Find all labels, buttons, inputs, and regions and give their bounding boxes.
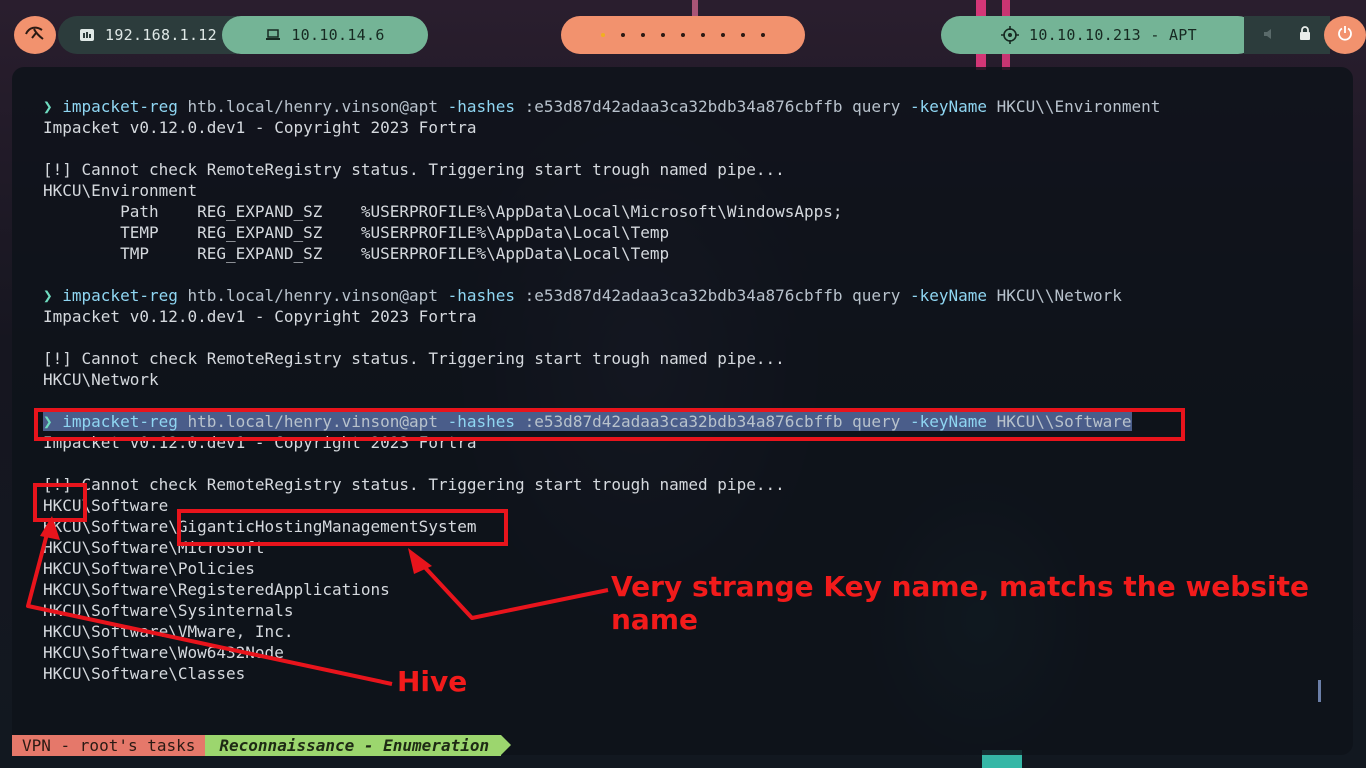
task-label[interactable]: Reconnaissance - Enumeration xyxy=(205,735,502,756)
tmux-status-line: VPN - root's tasks Reconnaissance - Enum… xyxy=(12,735,512,756)
hive-arrowhead xyxy=(40,516,60,540)
hive-arrow-line xyxy=(26,529,393,686)
hive-annotation: Hive xyxy=(397,665,468,698)
session-label[interactable]: VPN - root's tasks xyxy=(12,735,206,756)
status-separator xyxy=(501,735,512,755)
key-annotation: Very strange Key name, matchs the websit… xyxy=(611,570,1309,636)
annotation-arrows xyxy=(26,516,609,686)
key-arrow-line xyxy=(416,558,609,620)
